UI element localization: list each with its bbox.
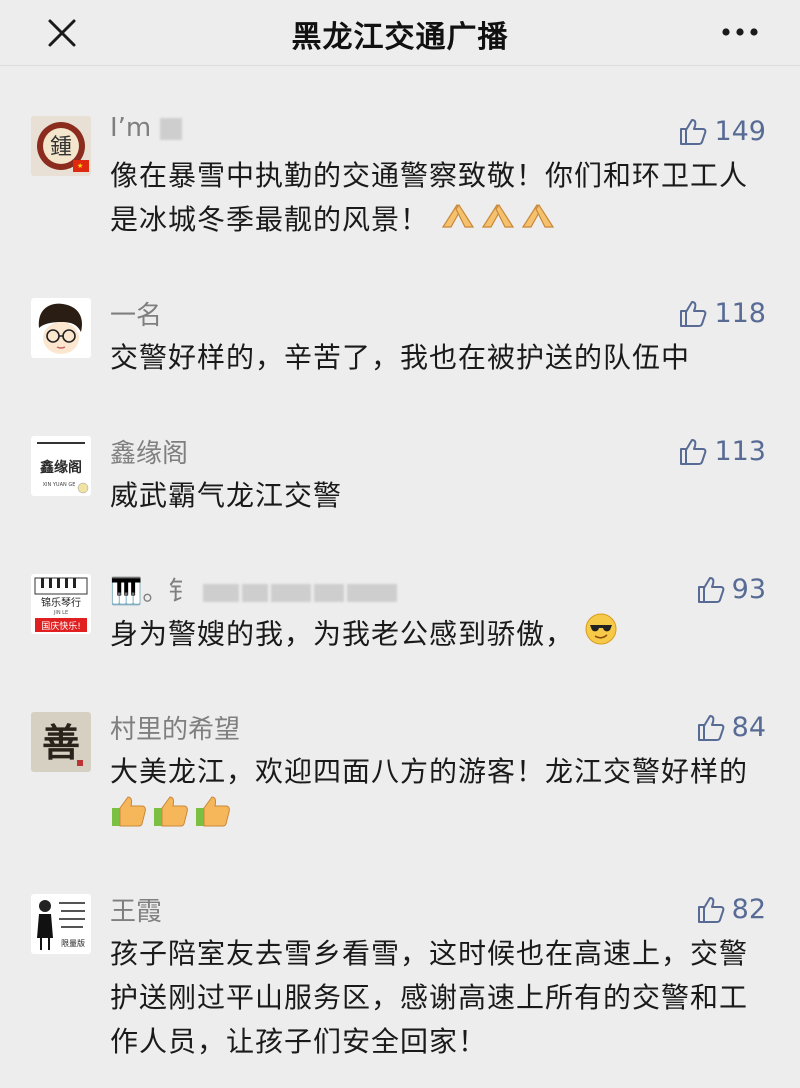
like-button[interactable]: 84: [696, 712, 766, 743]
thumbs-up-icon: [680, 118, 707, 145]
avatar[interactable]: 限量版: [31, 894, 91, 954]
thumbs-up-icon: [680, 300, 707, 327]
commenter-name[interactable]: 王霞: [110, 891, 162, 928]
comment-text: 像在暴雪中执勤的交通警察致敬！你们和环卫工人是冰城冬季最靓的风景！: [110, 154, 770, 244]
avatar-glyph: 锦乐琴行: [41, 596, 81, 609]
avatar-glyph: 鑫缘阁: [39, 459, 82, 476]
avatar-glyph: 善: [42, 720, 80, 765]
thumbs-up-icon: [697, 714, 725, 741]
svg-text:★: ★: [77, 162, 83, 170]
avatar[interactable]: 锦乐琴行 JIN LE 国庆快乐!: [31, 574, 91, 634]
more-icon[interactable]: [720, 22, 760, 42]
avatar[interactable]: 鑫缘阁 XIN YUAN GE: [31, 436, 91, 496]
avatar-subtext: JIN LE: [53, 610, 68, 616]
comment-text: 威武霸气龙江交警: [110, 479, 343, 512]
thumbs-up-icon: [697, 896, 725, 923]
like-count: 93: [731, 574, 766, 605]
commenter-name[interactable]: 鑫缘阁: [110, 433, 188, 470]
avatar[interactable]: [31, 298, 91, 358]
comment-text: 孩子陪室友去雪乡看雪，这时候也在高速上，交警护送刚过平山服务区，感谢高速上所有的…: [110, 937, 749, 1058]
like-count: 113: [714, 436, 766, 467]
commenter-name[interactable]: 一名: [110, 295, 162, 332]
like-count: 149: [714, 116, 766, 147]
like-button[interactable]: 149: [678, 116, 766, 147]
commenter-name[interactable]: I’m: [110, 113, 185, 143]
thumbs-up-icon: [680, 438, 707, 465]
like-button[interactable]: 113: [678, 436, 766, 467]
like-button[interactable]: 118: [678, 298, 766, 329]
avatar-glyph: 鍾: [50, 135, 72, 160]
commenter-name[interactable]: 🎹。钅: [110, 571, 400, 608]
like-count: 82: [731, 894, 766, 925]
comment-text: 大美龙江，欢迎四面八方的游客！龙江交警好样的: [110, 750, 770, 843]
commenter-name[interactable]: 村里的希望: [110, 709, 240, 746]
comment-text: 身为警嫂的我，为我老公感到骄傲，: [110, 612, 770, 659]
avatar-banner: 国庆快乐!: [41, 620, 81, 632]
thumbs-up-icon: [110, 794, 236, 843]
comment-text: 交警好样的，辛苦了，我也在被护送的队伍中: [110, 341, 691, 374]
avatar-glyph: 限量版: [61, 938, 85, 948]
avatar[interactable]: 鍾 ★: [31, 116, 91, 176]
like-button[interactable]: 82: [696, 894, 766, 925]
like-count: 118: [714, 298, 766, 329]
like-count: 84: [731, 712, 766, 743]
avatar-subtext: XIN YUAN GE: [43, 482, 76, 488]
page-title: 黑龙江交通广播: [291, 20, 509, 55]
pray-hands-icon: [439, 199, 559, 244]
thumbs-up-icon: [697, 576, 725, 603]
top-nav-bar: 黑龙江交通广播: [0, 0, 800, 66]
avatar[interactable]: 善: [31, 712, 91, 772]
like-button[interactable]: 93: [696, 574, 766, 605]
cool-face-icon: [584, 612, 618, 659]
